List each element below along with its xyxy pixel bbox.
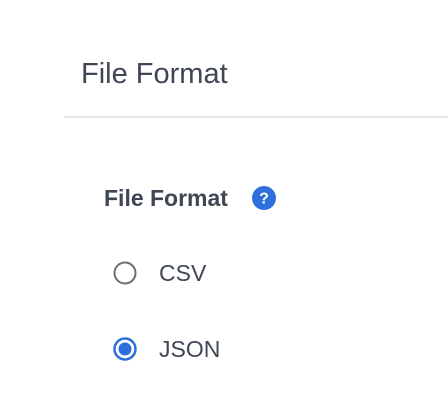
field-label: File Format (104, 184, 228, 211)
help-icon[interactable]: ? (251, 186, 276, 210)
file-format-field-label-row: File Format ? (104, 181, 276, 215)
svg-text:?: ? (259, 191, 269, 208)
radio-label-json: JSON (159, 335, 221, 362)
radio-option-json[interactable]: JSON (113, 333, 220, 365)
radio-label-csv: CSV (159, 259, 207, 286)
page-title: File Format (81, 58, 228, 90)
radio-circle-icon (113, 261, 137, 285)
radio-button-selected[interactable] (113, 337, 137, 361)
radio-option-csv[interactable]: CSV (113, 257, 206, 289)
question-circle-icon: ? (251, 186, 276, 210)
radio-selected-icon (113, 337, 137, 361)
radio-button-unselected[interactable] (113, 261, 137, 285)
panel-header: File Format (64, 0, 448, 118)
